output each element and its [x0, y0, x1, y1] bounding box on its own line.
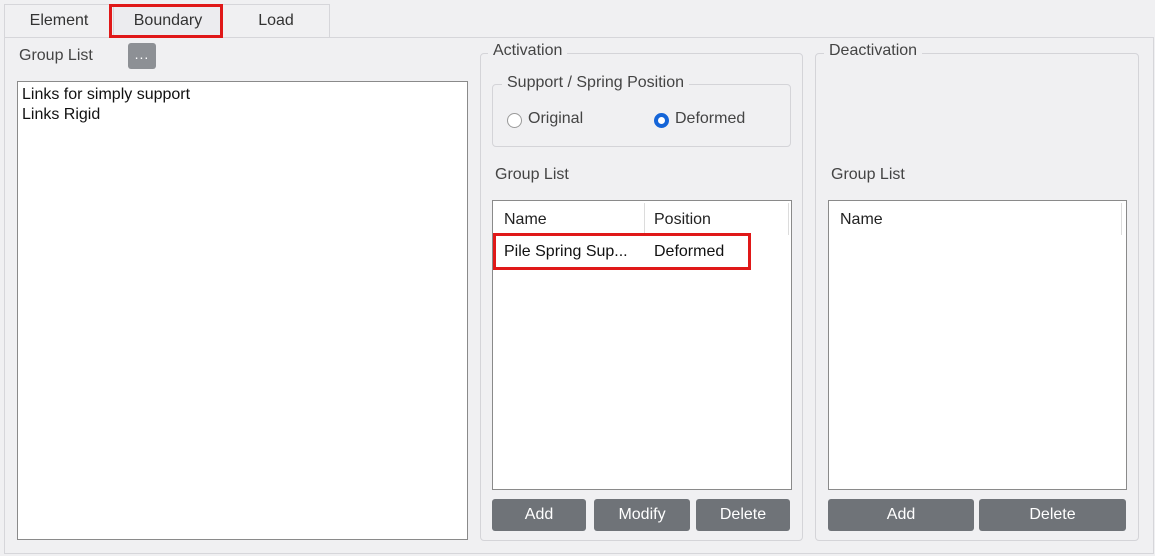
group-listbox[interactable]: Links for simply support Links Rigid	[17, 81, 468, 540]
activation-modify-button[interactable]: Modify	[594, 499, 690, 531]
radio-original[interactable]	[507, 113, 522, 128]
column-divider	[644, 203, 645, 235]
activation-grid[interactable]: Name Position Pile Spring Sup... Deforme…	[492, 200, 792, 490]
tab-load-label: Load	[258, 12, 294, 29]
row-cell-position[interactable]: Deformed	[654, 243, 784, 261]
tab-boundary[interactable]: Boundary	[114, 5, 222, 37]
row-cell-name[interactable]: Pile Spring Sup...	[504, 243, 644, 261]
column-header-name[interactable]: Name	[504, 211, 547, 229]
support-spring-title: Support / Spring Position	[502, 74, 689, 92]
column-divider	[1121, 203, 1122, 235]
deactivation-add-button[interactable]: Add	[828, 499, 974, 531]
deactivation-delete-button[interactable]: Delete	[979, 499, 1126, 531]
tab-element[interactable]: Element	[5, 5, 113, 37]
tab-divider	[329, 5, 330, 37]
tab-boundary-label: Boundary	[133, 12, 203, 29]
browse-group-button[interactable]: ...	[128, 43, 156, 69]
radio-original-label: Original	[528, 110, 584, 127]
activation-add-button[interactable]: Add	[492, 499, 586, 531]
tab-load[interactable]: Load	[223, 5, 329, 37]
group-list-label: Group List	[19, 47, 93, 64]
deactivation-grid[interactable]: Name	[828, 200, 1127, 490]
radio-deformed-label: Deformed	[675, 110, 746, 127]
tab-element-label: Element	[29, 12, 89, 29]
deactivation-group-list-label: Group List	[831, 166, 905, 183]
activation-delete-button[interactable]: Delete	[696, 499, 790, 531]
deactivation-title: Deactivation	[824, 42, 923, 60]
column-divider	[788, 203, 789, 235]
activation-title: Activation	[488, 42, 568, 60]
list-item[interactable]: Links Rigid	[22, 106, 100, 124]
column-header-name[interactable]: Name	[840, 211, 883, 229]
list-item[interactable]: Links for simply support	[22, 86, 190, 104]
activation-group-list-label: Group List	[495, 166, 569, 183]
column-header-position[interactable]: Position	[654, 211, 711, 229]
radio-deformed[interactable]	[654, 113, 669, 128]
